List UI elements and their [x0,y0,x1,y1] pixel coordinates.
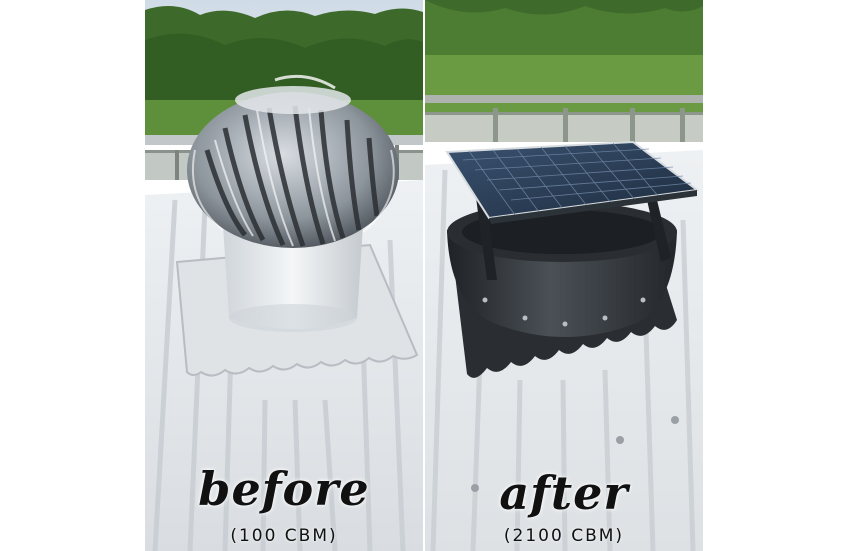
after-photo: after (2100 CBM) [425,0,703,551]
before-photo: before (100 CBM) [145,0,423,551]
grass [425,55,703,115]
before-capacity: (100 CBM) [230,526,338,546]
fence [425,108,703,142]
after-capacity: (2100 CBM) [503,526,625,546]
before-caption: before [198,462,370,516]
after-caption: after [499,466,629,520]
